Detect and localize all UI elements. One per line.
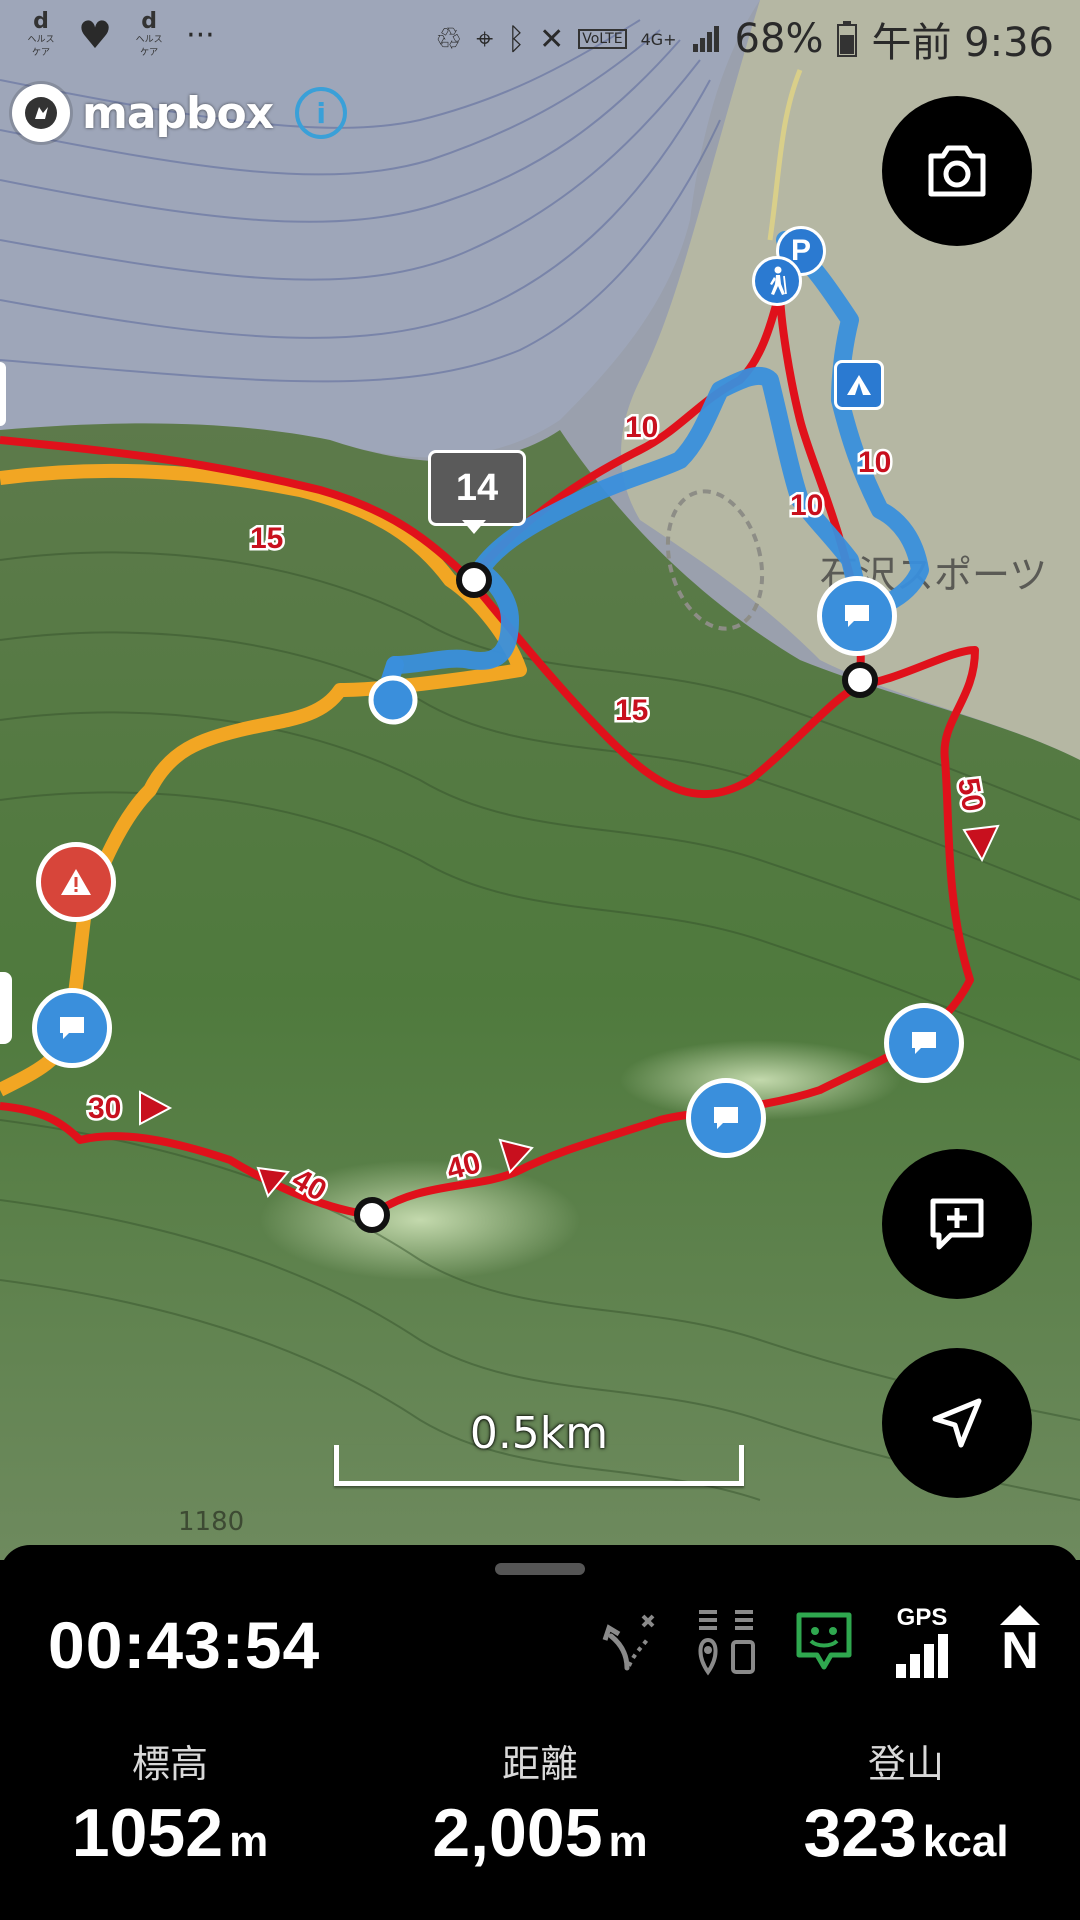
heart-icon: ♥ <box>78 13 113 57</box>
hiker-marker[interactable] <box>752 256 802 306</box>
info-icon[interactable]: i <box>295 87 348 139</box>
add-memo-button[interactable] <box>882 1149 1032 1299</box>
locate-button[interactable] <box>882 1348 1032 1498</box>
segment-time: 10 <box>790 489 823 522</box>
segment-time: 15 <box>615 694 648 727</box>
volte-icon: VoLTE <box>578 29 627 49</box>
hazard-marker[interactable] <box>36 842 116 922</box>
add-memo-icon <box>930 1198 984 1250</box>
stat-unit: m <box>608 1817 648 1866</box>
campsite-marker[interactable] <box>834 360 884 410</box>
segment-time: 50 <box>951 775 989 814</box>
memo-marker[interactable] <box>884 1003 964 1083</box>
navigate-icon <box>932 1398 982 1448</box>
stat-label: 距離 <box>501 1742 578 1786</box>
waypoint-node[interactable] <box>456 562 492 598</box>
hiker-icon <box>770 266 787 295</box>
signal-icon <box>692 26 719 52</box>
segment-time: 30 <box>88 1092 121 1125</box>
offscreen-tab[interactable] <box>0 362 6 426</box>
elapsed-time: 00:43:54 <box>48 1608 321 1682</box>
compass-north-icon[interactable]: N <box>988 1601 1052 1681</box>
gps-signal-icon: GPS <box>890 1601 954 1681</box>
stat-value: 323 <box>803 1795 917 1871</box>
off-route-icon[interactable] <box>596 1601 660 1681</box>
recycle-icon: ♲ <box>435 21 463 57</box>
current-location-dot <box>368 675 418 725</box>
stat-label: 登山 <box>867 1742 944 1786</box>
memo-marker[interactable] <box>817 576 897 656</box>
status-bar: d ヘルスケア ♥ d ヘルスケア ··· ♲ ⌖ ᛒ ✕ VoLTE 4G+ … <box>0 0 1080 72</box>
scale-line <box>334 1445 744 1486</box>
companion-chat-icon[interactable] <box>792 1601 856 1681</box>
contour-label: 1180 <box>178 1507 244 1537</box>
battery-icon <box>837 21 858 57</box>
network-type: 4G+ <box>640 29 677 49</box>
warning-icon <box>61 869 91 895</box>
segment-time: 10 <box>858 446 891 479</box>
waypoint-callout[interactable]: 14 <box>428 450 526 526</box>
stat-distance: 距離 2,005 m <box>380 1733 700 1872</box>
gps-label: GPS <box>896 1604 948 1631</box>
compass-label: N <box>1001 1622 1039 1680</box>
waypoint-distance-icon[interactable] <box>694 1601 758 1681</box>
segment-time: 10 <box>625 411 658 444</box>
bluetooth-icon: ᛒ <box>507 21 526 57</box>
stat-unit: m <box>229 1817 269 1866</box>
comment-icon <box>60 1017 84 1039</box>
camera-icon <box>928 145 986 197</box>
offscreen-tab[interactable] <box>0 972 12 1044</box>
waypoint-callout-label: 14 <box>455 466 499 509</box>
more-notifications-icon: ··· <box>186 17 215 53</box>
scale-bar: 0.5km <box>334 1408 744 1486</box>
stat-calories: 登山 323 kcal <box>746 1733 1066 1872</box>
health-app-icon: d ヘルスケア <box>135 9 163 59</box>
clock: 午前 9:36 <box>871 20 1054 66</box>
waypoint-node[interactable] <box>354 1197 390 1233</box>
comment-icon <box>912 1032 936 1054</box>
stat-elevation: 標高 1052 m <box>10 1733 330 1872</box>
stat-unit: kcal <box>922 1817 1009 1866</box>
stat-value: 2,005 <box>432 1795 603 1871</box>
battery-percent: 68% <box>734 16 824 62</box>
drag-handle[interactable] <box>495 1563 585 1575</box>
activity-panel[interactable]: 00:43:54 GPS N 標高 1052 m 距離 2,005 m 登山 3… <box>0 1545 1080 1920</box>
stat-value: 1052 <box>71 1795 224 1871</box>
location-icon: ⌖ <box>476 21 494 57</box>
comment-icon <box>714 1107 738 1129</box>
memo-marker[interactable] <box>32 988 112 1068</box>
mapbox-logo-icon <box>12 84 70 142</box>
waypoint-node[interactable] <box>842 662 878 698</box>
camera-button[interactable] <box>882 96 1032 246</box>
comment-icon <box>845 605 869 627</box>
mapbox-wordmark: mapbox <box>82 87 274 139</box>
callout-pointer <box>462 520 486 534</box>
health-app-icon: d ヘルスケア <box>27 9 55 59</box>
status-icons: GPS N <box>596 1601 1052 1681</box>
tent-icon <box>847 375 871 395</box>
vibrate-mute-icon: ✕ <box>539 21 565 57</box>
map-attribution: mapbox i <box>12 84 348 142</box>
stat-label: 標高 <box>131 1742 208 1786</box>
segment-time: 15 <box>250 522 283 555</box>
memo-marker[interactable] <box>686 1078 766 1158</box>
